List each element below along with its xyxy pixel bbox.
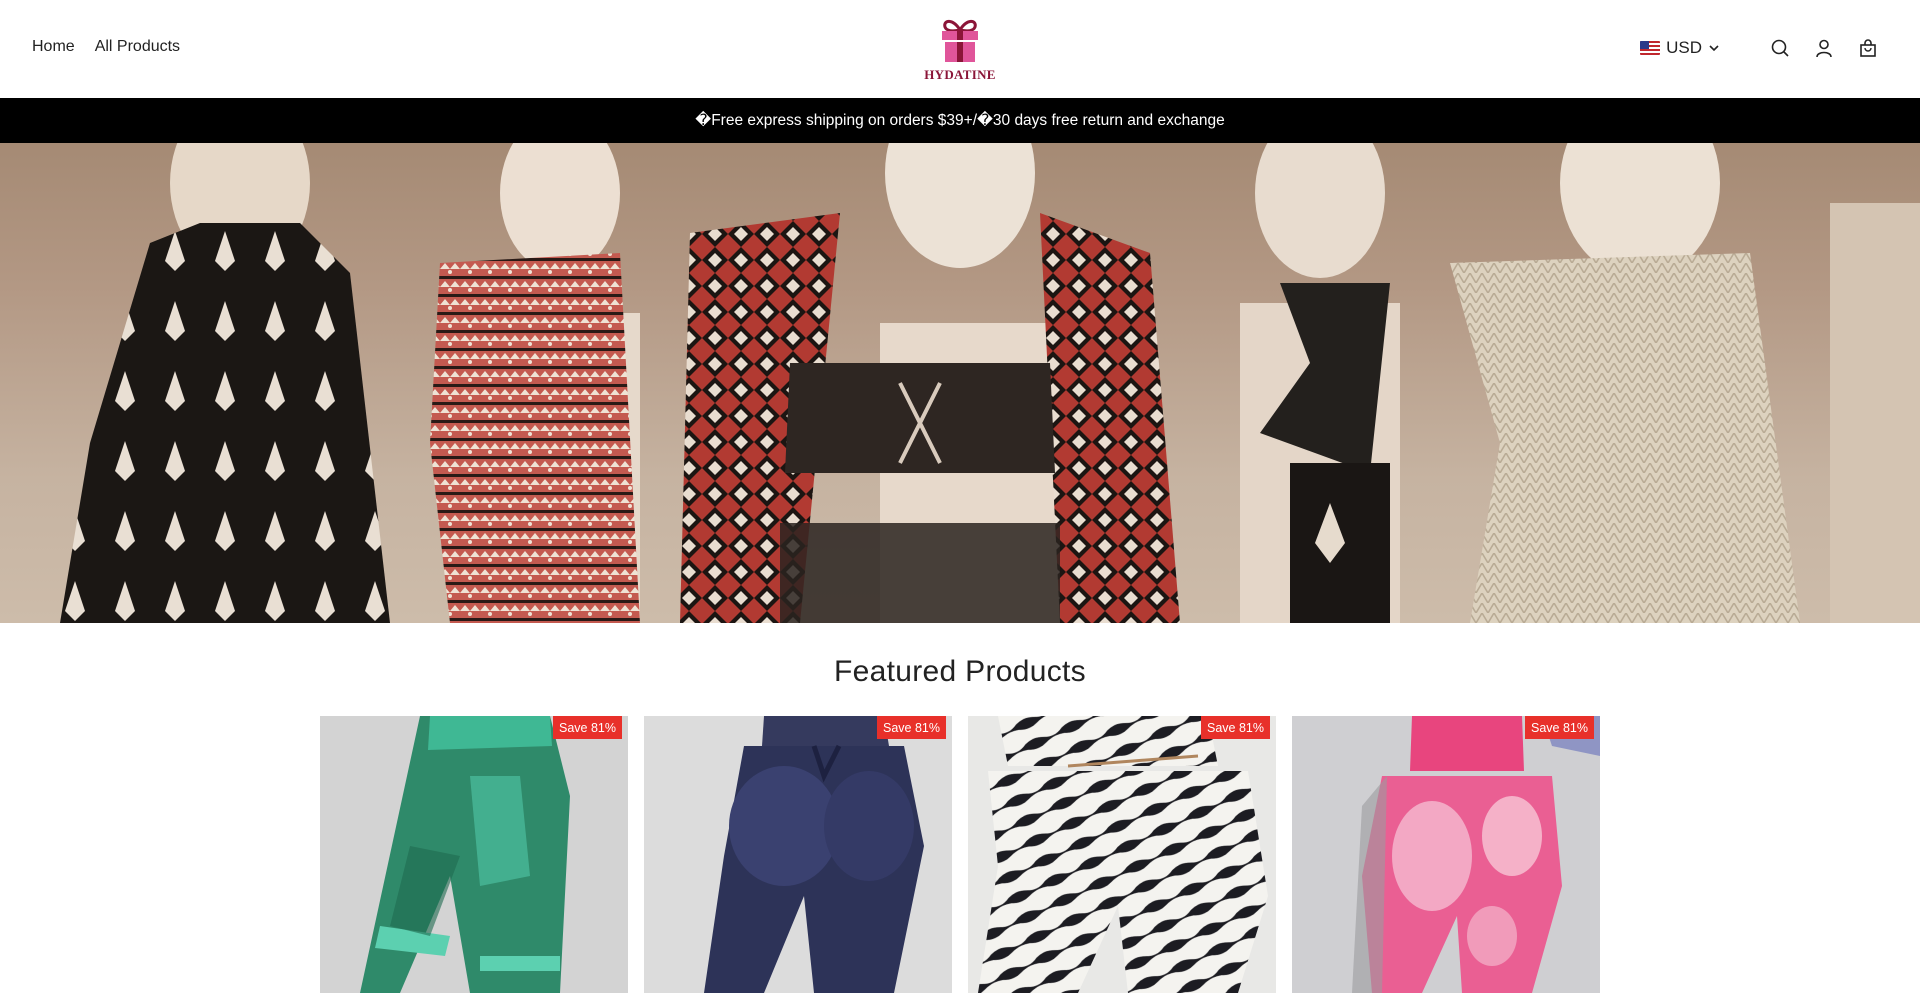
gift-logo-icon <box>942 19 978 62</box>
save-badge: Save 81% <box>877 716 946 739</box>
cart-button[interactable] <box>1856 36 1880 60</box>
flag-us-icon <box>1640 41 1661 55</box>
product-grid: Save 81% Save 81% Save 81% Save 81% <box>320 716 1600 993</box>
announcement-text: �Free express shipping on orders $39+/�3… <box>695 112 1225 129</box>
announcement-bar: �Free express shipping on orders $39+/�3… <box>0 98 1920 143</box>
product-card[interactable]: Save 81% <box>1292 716 1600 993</box>
featured-products-title: Featured Products <box>834 655 1086 688</box>
save-badge: Save 81% <box>553 716 622 739</box>
product-image <box>1292 716 1600 993</box>
account-icon <box>1816 39 1832 58</box>
site-logo[interactable]: HYDATINE <box>922 16 998 86</box>
product-image <box>968 716 1276 993</box>
hero-mannequins-image <box>60 143 1920 623</box>
currency-selector[interactable]: USD <box>1640 38 1720 58</box>
header-actions: USD <box>1640 36 1880 60</box>
product-card[interactable]: Save 81% <box>320 716 628 993</box>
search-icon <box>1771 39 1789 57</box>
save-badge: Save 81% <box>1525 716 1594 739</box>
product-card[interactable]: Save 81% <box>968 716 1276 993</box>
site-header: Home All Products HYDATINE USD <box>0 0 1920 98</box>
save-badge: Save 81% <box>1201 716 1270 739</box>
logo-text: HYDATINE <box>924 67 996 82</box>
product-card[interactable]: Save 81% <box>644 716 952 993</box>
chevron-down-icon <box>1709 45 1719 52</box>
account-button[interactable] <box>1812 36 1836 60</box>
nav-home-link[interactable]: Home <box>32 38 75 56</box>
cart-icon <box>1860 39 1876 57</box>
main-nav: Home All Products <box>32 38 180 56</box>
nav-all-products-link[interactable]: All Products <box>95 38 180 56</box>
product-image <box>320 716 628 993</box>
product-image <box>644 716 952 993</box>
search-button[interactable] <box>1768 36 1792 60</box>
currency-label: USD <box>1666 38 1702 57</box>
hero-banner[interactable] <box>0 143 1920 623</box>
